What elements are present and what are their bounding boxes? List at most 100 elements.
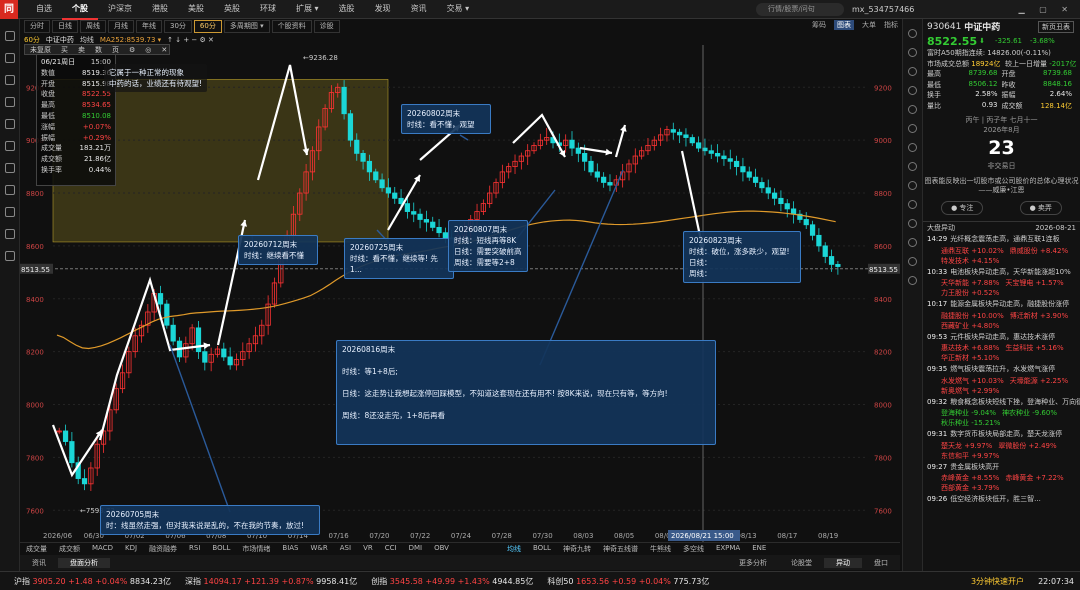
right-tab[interactable]: 指标 — [884, 20, 898, 30]
period-tab[interactable]: 诊股 — [313, 20, 340, 33]
overlay-tab[interactable]: 均线 — [501, 544, 527, 554]
nav-item[interactable]: 资讯 — [401, 0, 437, 20]
menu-item[interactable]: ✕ — [156, 46, 172, 54]
search-input[interactable]: 行情/股票/问句 — [756, 3, 844, 16]
news-stock[interactable]: 天华新能 +7.88% — [941, 278, 999, 288]
news-stock[interactable]: 惠达技术 +6.88% — [941, 343, 999, 353]
nav-item[interactable]: 选股 — [329, 0, 365, 20]
news-item[interactable]: 10:17 能源金属板块异动走高，融捷股份涨停 融捷股份 +10.00% 博迁新材 +… — [923, 298, 1080, 331]
news-stock[interactable]: 翠微股份 +2.49% — [998, 441, 1056, 451]
indicator-tab[interactable]: KDJ — [119, 544, 143, 554]
period-tab[interactable]: 分时 — [24, 20, 50, 33]
magnet-icon[interactable] — [908, 219, 917, 228]
bottom-tab[interactable]: 盘面分析 — [58, 557, 110, 568]
news-stock[interactable]: 东信和平 +9.97% — [941, 451, 999, 461]
news-item[interactable]: 09:27 贵金属板块高开 赤峰黄金 +8.55% 赤峰黄金 +7.22% 西部黄金 +… — [923, 461, 1080, 494]
cross-icon[interactable] — [908, 124, 917, 133]
news-stock[interactable]: 华正新材 +5.10% — [941, 353, 999, 363]
nav-item[interactable]: 美股 — [178, 0, 214, 20]
index-深指[interactable]: 深指 14094.17 +121.39 +0.87% 9958.41亿 — [185, 576, 357, 587]
menu-item[interactable]: 数 — [90, 45, 107, 55]
news-item[interactable]: 09:53 元件板块异动走高，惠达技术涨停 惠达技术 +6.88% 生益科技 +5.1… — [923, 331, 1080, 364]
diamond-icon[interactable] — [4, 229, 15, 239]
nav-item[interactable]: 自选 — [26, 0, 62, 20]
news-item[interactable]: 09:35 燃气板块震荡拉升，水发燃气涨停 水发燃气 +10.03% 天壕能源 +2.… — [923, 363, 1080, 396]
period-tab[interactable]: 日线 — [52, 20, 78, 33]
buy-button[interactable]: ● 卖弄 — [1019, 201, 1062, 215]
news-stock[interactable]: 神农种业 -9.60% — [1002, 408, 1057, 418]
news-stock[interactable]: 天壕能源 +2.25% — [1010, 376, 1068, 386]
home-icon[interactable] — [4, 31, 15, 41]
indicator-tab[interactable]: BIAS — [276, 544, 304, 554]
index-沪指[interactable]: 沪指 3905.20 +1.48 +0.04% 8834.23亿 — [14, 576, 171, 587]
news-stock[interactable]: 西部黄金 +3.79% — [941, 483, 999, 493]
news-stock[interactable]: 登海种业 -9.04% — [941, 408, 996, 418]
overlay-tab[interactable]: EXPMA — [710, 544, 746, 554]
indicator-tab[interactable]: DMI — [403, 544, 429, 554]
flag-icon[interactable] — [908, 86, 917, 95]
overlay-tab[interactable]: 神奇九转 — [557, 544, 597, 554]
bell-icon[interactable] — [4, 251, 15, 261]
nav-item[interactable]: 个股 — [62, 0, 98, 20]
bottom-right-tab[interactable]: 更多分析 — [727, 558, 779, 568]
follow-button[interactable]: ● 专注 — [941, 201, 984, 215]
menu-item[interactable]: ⚙ — [124, 46, 140, 54]
bag-icon[interactable] — [908, 67, 917, 76]
news-stock[interactable]: 赤峰黄金 +7.22% — [1005, 473, 1063, 483]
news-stock[interactable]: 秋乐种业 -15.21% — [941, 418, 1000, 428]
ma-value[interactable]: MA252:8539.73 ▾ — [100, 36, 161, 44]
news-stock[interactable]: 楚天龙 +9.97% — [941, 441, 992, 451]
menu-item[interactable]: ◎ — [140, 46, 156, 54]
share-icon[interactable] — [908, 48, 917, 57]
open-account-link[interactable]: 3分钟快速开户 — [971, 576, 1024, 587]
news-stock[interactable]: 力王股份 +0.52% — [941, 288, 999, 298]
plus-icon[interactable] — [908, 29, 917, 38]
news-stock[interactable]: 赤峰黄金 +8.55% — [941, 473, 999, 483]
news-stock[interactable]: 天宝锂电 +1.57% — [1005, 278, 1063, 288]
news-stock[interactable]: 特发技术 +4.15% — [941, 256, 999, 266]
trash-icon[interactable] — [908, 276, 917, 285]
money-icon[interactable] — [4, 207, 15, 217]
indicator-tab[interactable]: VR — [357, 544, 379, 554]
overlay-tab[interactable]: BOLL — [527, 544, 557, 554]
news-item[interactable]: 14:29 光纤概念震荡走高，通鼎互联1连板 通鼎互联 +10.02% 鼎威股份 +8… — [923, 233, 1080, 266]
indicator-tab[interactable]: 成交额 — [53, 544, 86, 554]
nav-item[interactable]: 英股 — [214, 0, 250, 20]
indicator-tab[interactable]: 融资融券 — [143, 544, 183, 554]
news-stock[interactable]: 通鼎互联 +10.02% — [941, 246, 1004, 256]
news-stock[interactable]: 融捷股份 +10.00% — [941, 311, 1004, 321]
nav-item[interactable]: 交易 ▾ — [437, 0, 480, 20]
period-tab[interactable]: 30分 — [164, 20, 192, 33]
bottom-tab[interactable]: 资讯 — [20, 558, 58, 568]
indicator-tab[interactable]: 成交量 — [20, 544, 53, 554]
menu-item[interactable]: 买 — [56, 45, 73, 55]
window-controls[interactable]: ▁ ▢ ✕ — [1019, 0, 1075, 19]
bottom-right-tab[interactable]: 异动 — [824, 557, 862, 568]
overlay-tab[interactable]: 牛熊线 — [644, 544, 677, 554]
indicator-tab[interactable]: BOLL — [206, 544, 236, 554]
menu-item[interactable]: 未复原 — [25, 45, 56, 55]
arrow-icon[interactable] — [908, 181, 917, 190]
news-item[interactable]: 10:33 电池板块异动走高，天华新能涨超10% 天华新能 +7.88% 天宝锂电 +… — [923, 266, 1080, 299]
period-tab[interactable]: 周线 — [80, 20, 106, 33]
indicator-tab[interactable]: 市场情绪 — [236, 544, 276, 554]
up-icon[interactable] — [908, 105, 917, 114]
nav-item[interactable]: 发现 — [365, 0, 401, 20]
news-stock[interactable]: 西藏矿业 +4.80% — [941, 321, 999, 331]
gear-icon[interactable] — [4, 163, 15, 173]
nav-item[interactable]: 港股 — [142, 0, 178, 20]
line-icon[interactable] — [908, 200, 917, 209]
nav-item[interactable]: 扩展 ▾ — [286, 0, 329, 20]
text-icon[interactable] — [908, 143, 917, 152]
right-tab[interactable]: 筹码 — [812, 20, 826, 30]
index-创指[interactable]: 创指 3545.58 +49.99 +1.43% 4944.85亿 — [371, 576, 533, 587]
index-科创50[interactable]: 科创50 1653.56 +0.59 +0.04% 775.73亿 — [547, 576, 709, 587]
news-stock[interactable]: 鼎威股份 +8.42% — [1010, 246, 1068, 256]
indicator-tab[interactable]: CCI — [379, 544, 403, 554]
indicator-tools[interactable]: ↑ ↓ + − ⚙ ✕ — [167, 36, 214, 44]
period-tab[interactable]: 60分 — [193, 20, 222, 33]
indicator-tab[interactable]: ASI — [334, 544, 357, 554]
lock-icon[interactable] — [908, 238, 917, 247]
period-tab[interactable]: 多周期图 ▾ — [223, 20, 270, 33]
tool-icon[interactable] — [4, 185, 15, 195]
